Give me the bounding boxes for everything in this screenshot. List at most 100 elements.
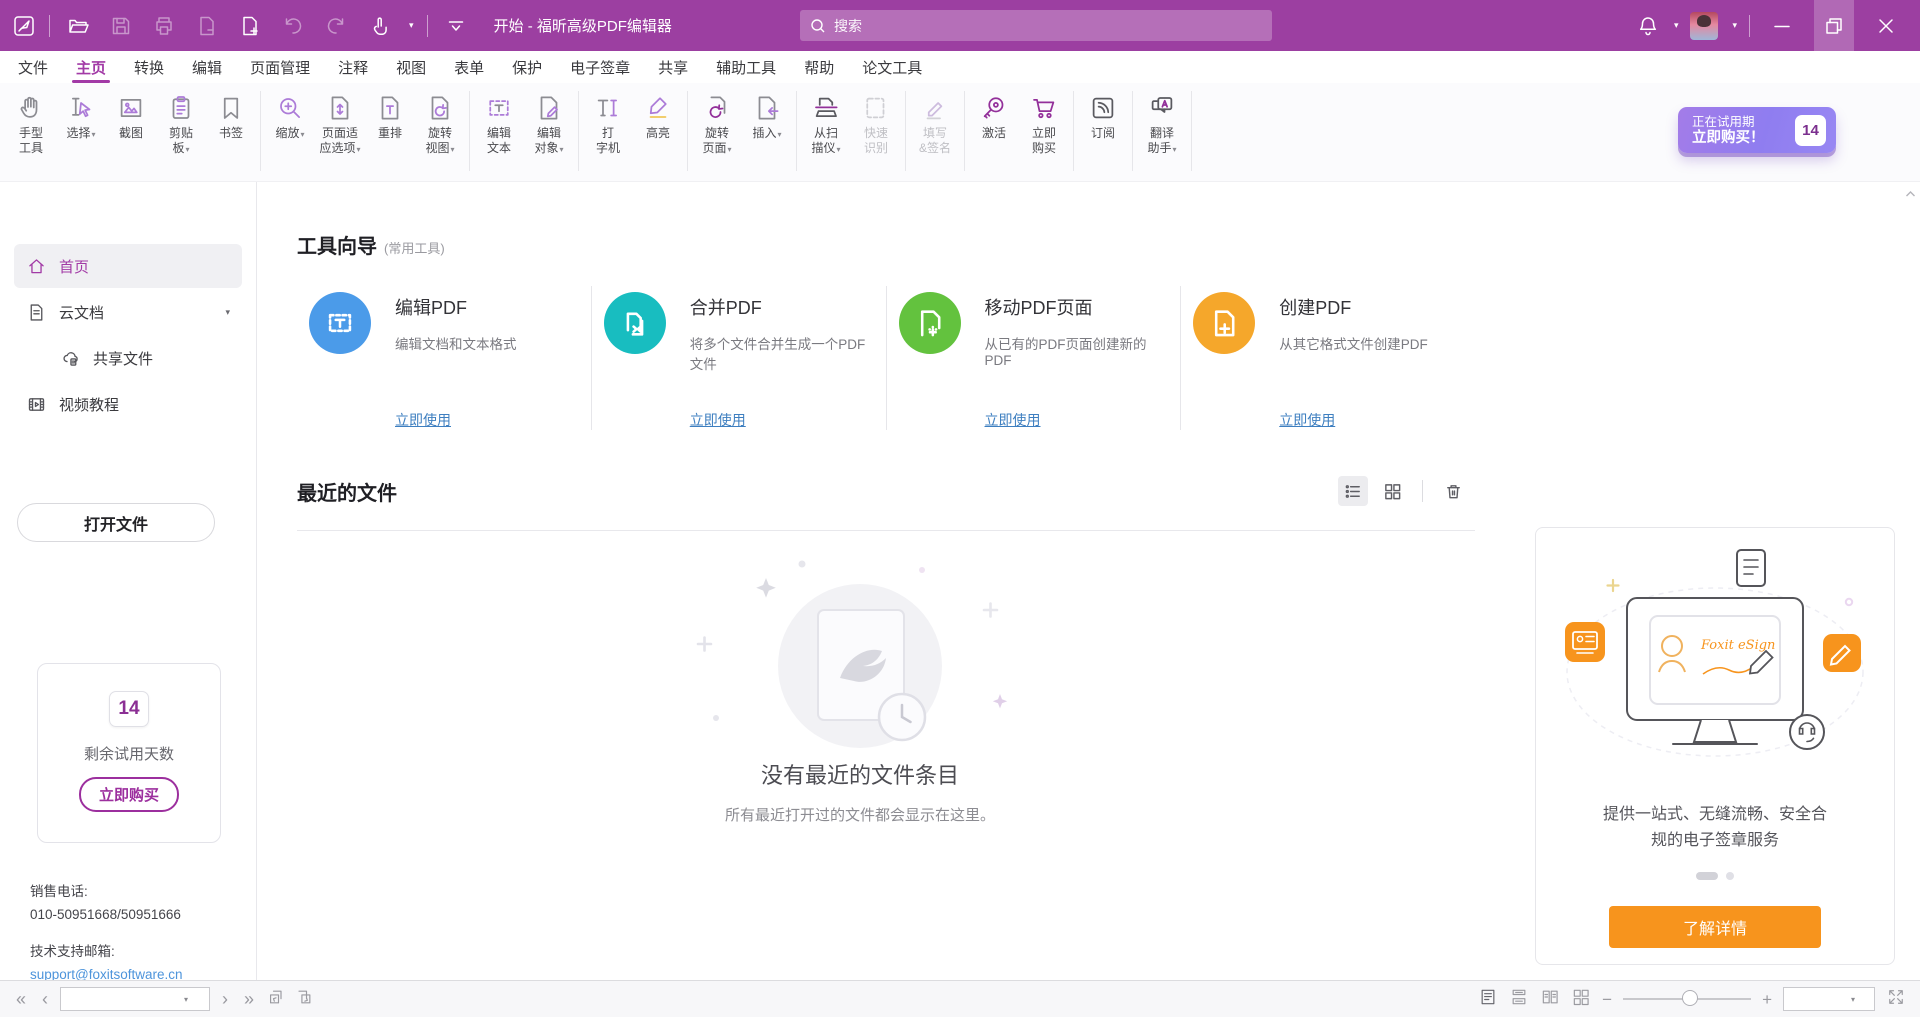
- buy-now-pill-button[interactable]: 立即购买: [79, 777, 179, 812]
- menu-view[interactable]: 视图: [382, 51, 440, 83]
- learn-more-button[interactable]: 了解详情: [1609, 906, 1821, 948]
- touch-mode-caret[interactable]: ▾: [409, 20, 414, 31]
- zoom-level-combo[interactable]: ▾: [1783, 987, 1875, 1011]
- first-page-button[interactable]: «: [12, 990, 30, 1008]
- use-now-link[interactable]: 立即使用: [690, 410, 746, 430]
- rotate-pages-button[interactable]: 旋转 页面▾: [692, 87, 742, 157]
- facing-view-button[interactable]: [1540, 987, 1560, 1012]
- use-now-link[interactable]: 立即使用: [1279, 410, 1335, 430]
- collapse-toolbar-icon[interactable]: [441, 10, 471, 42]
- zoom-level-input[interactable]: [1784, 988, 1846, 1010]
- undo-icon[interactable]: [278, 10, 308, 42]
- expand-caret-icon[interactable]: ▾: [225, 307, 230, 318]
- delete-page-icon[interactable]: [192, 10, 222, 42]
- zoom-slider-knob[interactable]: [1682, 990, 1698, 1006]
- activate-button[interactable]: 激活: [969, 87, 1019, 141]
- buy-now-button[interactable]: 立即 购买: [1019, 87, 1069, 156]
- page-combo-caret-icon[interactable]: ▾: [179, 995, 193, 1004]
- bookmark-button[interactable]: 书签: [206, 87, 256, 141]
- single-page-view-button[interactable]: [1478, 987, 1498, 1012]
- menu-comment[interactable]: 注释: [324, 51, 382, 83]
- save-icon[interactable]: [106, 10, 136, 42]
- page-fit-button[interactable]: 页面适 应选项▾: [315, 87, 365, 157]
- next-page-button[interactable]: ›: [218, 990, 232, 1008]
- grid-view-button[interactable]: [1377, 476, 1407, 506]
- highlight-button[interactable]: 高亮: [633, 87, 683, 141]
- zoom-out-button[interactable]: −: [1602, 991, 1612, 1008]
- close-button[interactable]: [1866, 0, 1906, 51]
- menu-edit[interactable]: 编辑: [178, 51, 236, 83]
- menu-esign[interactable]: 电子签章: [556, 51, 644, 83]
- menu-protect[interactable]: 保护: [498, 51, 556, 83]
- edit-text-button[interactable]: 编辑 文本: [474, 87, 524, 156]
- sidebar-item-video-tutorials[interactable]: 视频教程: [14, 382, 242, 426]
- restore-button[interactable]: [1814, 0, 1854, 51]
- search-box[interactable]: [800, 10, 1272, 41]
- from-scanner-button[interactable]: 从扫 描仪▾: [801, 87, 851, 157]
- notifications-bell-icon[interactable]: [1636, 14, 1660, 38]
- clear-recent-trash-button[interactable]: [1438, 476, 1468, 506]
- next-view-button[interactable]: [294, 987, 314, 1012]
- select-button[interactable]: 选择▾: [56, 87, 106, 142]
- previous-view-button[interactable]: [266, 987, 286, 1012]
- sidebar-item-shared-files[interactable]: 共享文件: [48, 336, 242, 380]
- redo-icon[interactable]: [321, 10, 351, 42]
- last-page-button[interactable]: »: [240, 990, 258, 1008]
- menu-paper-tools[interactable]: 论文工具: [848, 51, 936, 83]
- rotate-view-button[interactable]: 旋转 视图▾: [415, 87, 465, 157]
- typewriter-button[interactable]: 打 字机: [583, 87, 633, 156]
- use-now-link[interactable]: 立即使用: [985, 410, 1041, 430]
- sidebar-item-cloud-docs[interactable]: 云文档 ▾: [14, 290, 242, 334]
- scrollbar-up-icon[interactable]: [1905, 185, 1916, 203]
- menu-file[interactable]: 文件: [4, 51, 62, 83]
- card-create-pdf[interactable]: 创建PDF 从其它格式文件创建PDF 立即使用: [1181, 282, 1475, 434]
- hand-tool-button[interactable]: 手型 工具: [6, 87, 56, 156]
- minimize-button[interactable]: [1762, 0, 1802, 51]
- open-file-button[interactable]: 打开文件: [17, 503, 215, 542]
- zoom-combo-caret-icon[interactable]: ▾: [1846, 995, 1860, 1004]
- sidebar-item-home[interactable]: 首页: [14, 244, 242, 288]
- zoom-button[interactable]: 缩放▾: [265, 87, 315, 142]
- card-merge-pdf[interactable]: 合并PDF 将多个文件合并生成一个PDF文件 立即使用: [592, 282, 886, 434]
- card-edit-pdf[interactable]: 编辑PDF 编辑文档和文本格式 立即使用: [297, 282, 591, 434]
- notifications-caret[interactable]: ▾: [1674, 20, 1679, 31]
- reflow-button[interactable]: 重排: [365, 87, 415, 141]
- fill-sign-button[interactable]: 填写 &签名: [910, 87, 960, 156]
- menu-page-management[interactable]: 页面管理: [236, 51, 324, 83]
- carousel-dot[interactable]: [1726, 872, 1734, 880]
- trial-badge[interactable]: 正在试用期 立即购买！ 14: [1678, 107, 1836, 153]
- menu-convert[interactable]: 转换: [120, 51, 178, 83]
- zoom-in-button[interactable]: +: [1762, 991, 1772, 1008]
- carousel-dot-active[interactable]: [1696, 872, 1718, 880]
- continuous-view-button[interactable]: [1509, 987, 1529, 1012]
- user-avatar[interactable]: [1690, 12, 1718, 40]
- carousel-dots[interactable]: [1536, 872, 1894, 880]
- edit-object-button[interactable]: 编辑 对象▾: [524, 87, 574, 157]
- page-number-combo[interactable]: ▾: [60, 987, 210, 1011]
- touch-mode-icon[interactable]: [364, 10, 394, 42]
- continuous-facing-view-button[interactable]: [1571, 987, 1591, 1012]
- quick-ocr-button[interactable]: OCR 快速 识别: [851, 87, 901, 156]
- zoom-slider[interactable]: [1623, 998, 1751, 1000]
- snapshot-button[interactable]: 截图: [106, 87, 156, 141]
- search-input[interactable]: [834, 18, 1262, 34]
- subscribe-button[interactable]: 订阅: [1078, 87, 1128, 141]
- use-now-link[interactable]: 立即使用: [395, 410, 451, 430]
- account-caret[interactable]: ▾: [1732, 20, 1737, 31]
- menu-home[interactable]: 主页: [62, 51, 120, 83]
- previous-page-button[interactable]: ‹: [38, 990, 52, 1008]
- fullscreen-button[interactable]: [1886, 987, 1906, 1012]
- insert-button[interactable]: 插入▾: [742, 87, 792, 142]
- clipboard-button[interactable]: 剪贴 板▾: [156, 87, 206, 157]
- menu-help[interactable]: 帮助: [790, 51, 848, 83]
- print-icon[interactable]: [149, 10, 179, 42]
- open-file-icon[interactable]: [63, 10, 93, 42]
- menu-accessibility[interactable]: 辅助工具: [702, 51, 790, 83]
- list-view-button[interactable]: [1338, 476, 1368, 506]
- add-page-icon[interactable]: [235, 10, 265, 42]
- card-move-pdf-pages[interactable]: 移动PDF页面 从已有的PDF页面创建新的PDF 立即使用: [887, 282, 1181, 434]
- menu-share[interactable]: 共享: [644, 51, 702, 83]
- page-number-input[interactable]: [61, 988, 179, 1010]
- translate-assistant-button[interactable]: 翻译 助手▾: [1137, 87, 1187, 157]
- menu-form[interactable]: 表单: [440, 51, 498, 83]
